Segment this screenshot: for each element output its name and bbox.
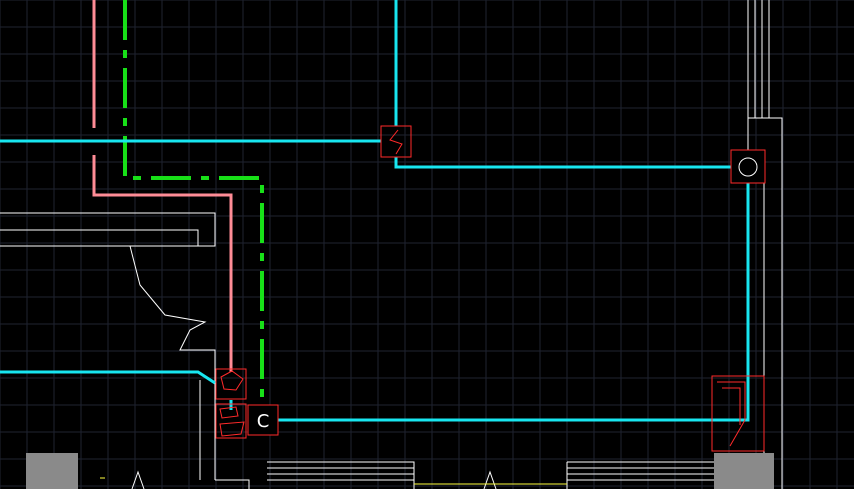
junction-c-label: C xyxy=(257,411,270,432)
gray-block-right xyxy=(714,453,774,489)
gray-block-left xyxy=(26,453,78,489)
junction-c-icon[interactable]: C xyxy=(247,404,279,436)
outlet-symbol-icon[interactable] xyxy=(730,149,766,184)
cad-canvas[interactable]: C xyxy=(0,0,854,489)
